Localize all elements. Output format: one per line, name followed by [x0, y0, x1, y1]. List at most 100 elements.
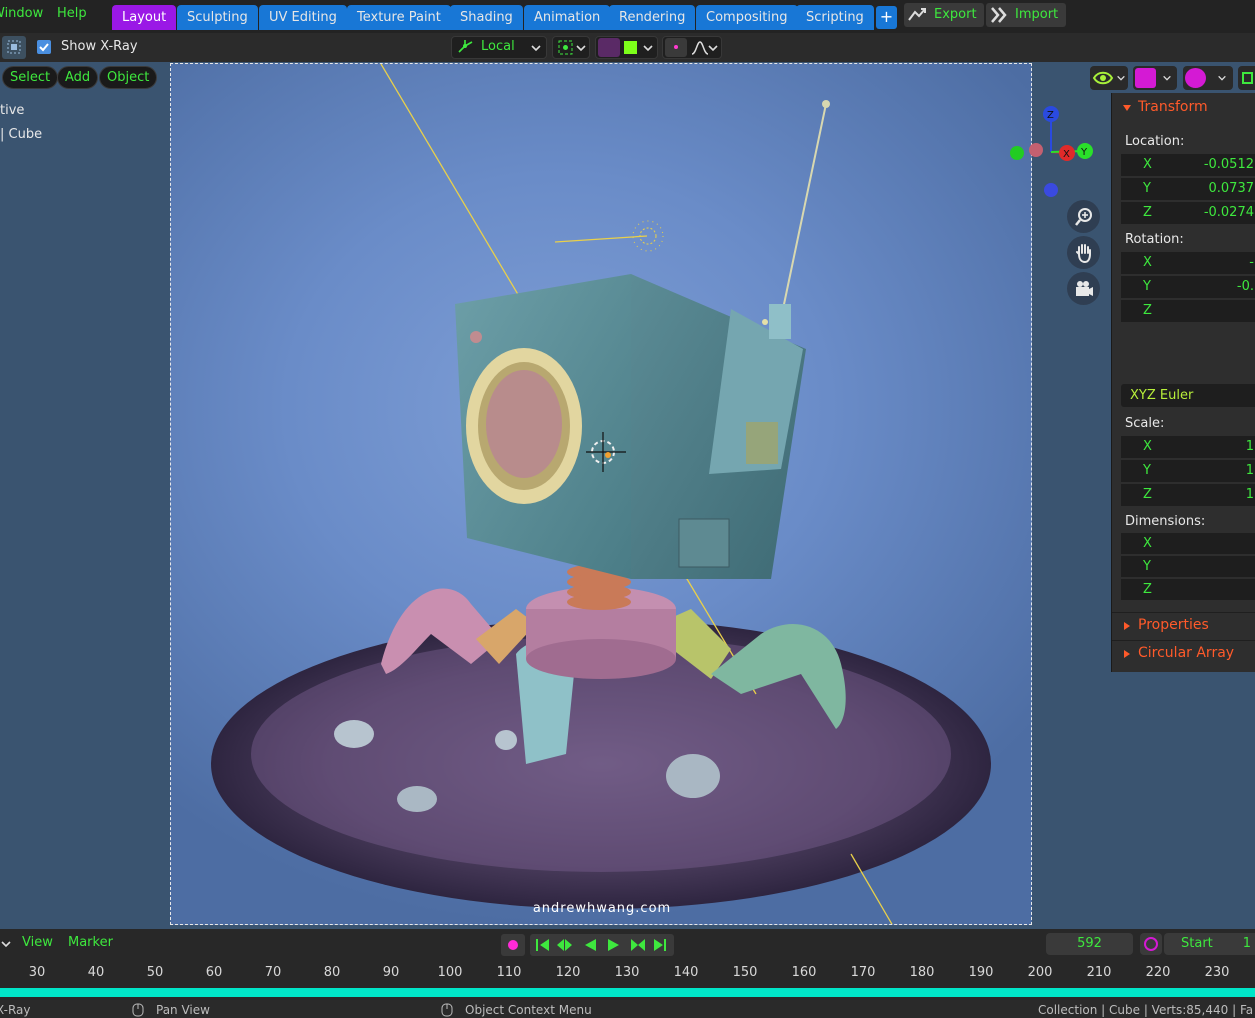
scale-z-field[interactable]: Z1 [1121, 484, 1255, 507]
tab-sculpting[interactable]: Sculpting [177, 5, 258, 30]
ruler-frame-number: 160 [791, 965, 817, 980]
tab-uv-editing[interactable]: UV Editing [259, 5, 347, 30]
xray-toggle[interactable] [1238, 66, 1255, 90]
orientation-value: Local [481, 39, 515, 54]
scale-y-field[interactable]: Y1 [1121, 460, 1255, 483]
tab-texture-paint[interactable]: Texture Paint [347, 5, 451, 30]
ruler-frame-number: 190 [968, 965, 994, 980]
ruler-frame-number: 140 [673, 965, 699, 980]
snapping-dropdown[interactable] [595, 36, 658, 59]
location-label: Location: [1125, 134, 1185, 149]
dimensions-label: Dimensions: [1125, 514, 1206, 529]
dimensions-y-field[interactable]: Y [1121, 556, 1255, 578]
circular-array-title: Circular Array [1138, 645, 1235, 661]
camera-view-button[interactable] [1067, 272, 1100, 305]
xray-icon [1242, 72, 1253, 84]
export-label: Export [934, 7, 977, 22]
ruler-frame-number: 220 [1145, 965, 1171, 980]
export-button[interactable]: Export [904, 3, 984, 27]
ruler-frame-number: 120 [555, 965, 581, 980]
location-z-field[interactable]: Z -0.0274 [1121, 202, 1255, 225]
ruler-frame-number: 50 [146, 965, 164, 980]
scale-x-field[interactable]: X1 [1121, 436, 1255, 459]
frame-ruler[interactable]: 30 40 50 60 70 80 90 100 110 120 130 140 150 160 170 18… [0, 929, 1255, 989]
ruler-frame-number: 200 [1027, 965, 1053, 980]
transform-panel-header[interactable]: Transform [1138, 99, 1208, 115]
chevron-down-icon [1218, 75, 1226, 81]
add-workspace-button[interactable]: + [876, 6, 897, 29]
3d-viewport[interactable]: andrewhwang.com Select Add Object tive |… [0, 62, 1255, 929]
xray-label: Show X-Ray [61, 39, 138, 54]
rotation-y-field[interactable]: Y -0. [1121, 276, 1255, 299]
rotation-label: Rotation: [1125, 232, 1184, 247]
properties-panel-header[interactable]: Properties [1112, 612, 1255, 638]
status-bar: X-Ray Pan View Object Context Menu Colle… [0, 1000, 1255, 1018]
robot-render-image [211, 64, 991, 924]
location-y-field[interactable]: Y 0.0737 [1121, 178, 1255, 201]
select-mode-button[interactable] [2, 36, 26, 59]
status-context-menu: Object Context Menu [465, 1003, 592, 1017]
tab-compositing[interactable]: Compositing [696, 5, 798, 30]
timeline-range-bar[interactable] [0, 988, 1255, 997]
x-axis-label: X [1063, 149, 1070, 160]
axis-navigation-gizmo[interactable]: Z X Y [1005, 100, 1105, 210]
dimensions-x-field[interactable]: X [1121, 533, 1255, 555]
tab-rendering[interactable]: Rendering [609, 5, 696, 30]
mouse-icon [441, 1003, 453, 1017]
chevron-down-icon [531, 45, 541, 52]
ruler-frame-number: 70 [264, 965, 282, 980]
import-button[interactable]: Import [986, 3, 1066, 27]
rotation-mode-dropdown[interactable]: XYZ Euler [1121, 384, 1255, 407]
rotation-z-field[interactable]: Z [1121, 300, 1255, 323]
magnet-icon [598, 38, 620, 57]
sidebar-subpanels: Properties Circular Array [1111, 606, 1255, 672]
tab-layout[interactable]: Layout [112, 5, 177, 30]
rotation-x-field[interactable]: X- [1121, 252, 1255, 275]
menu-window[interactable]: Window [0, 6, 43, 21]
object-menu[interactable]: Object [99, 66, 158, 89]
chevron-down-icon [643, 45, 653, 52]
ruler-frame-number: 90 [382, 965, 400, 980]
location-x-field[interactable]: X -0.0512 [1121, 154, 1255, 177]
status-scene-stats: Collection | Cube | Verts:85,440 | Fa [1038, 1003, 1254, 1017]
ruler-frame-number: 110 [496, 965, 522, 980]
tab-scripting[interactable]: Scripting [796, 5, 874, 30]
select-menu[interactable]: Select [2, 66, 59, 89]
scale-label: Scale: [1125, 416, 1165, 431]
sidebar-panel: Transform Location: X -0.0512 Y 0.0737 Z -0… [1111, 93, 1255, 606]
chevron-down-icon [1163, 75, 1171, 81]
visibility-dropdown[interactable] [1090, 66, 1128, 90]
ruler-frame-number: 100 [437, 965, 463, 980]
camera-icon [1075, 281, 1093, 296]
status-left: X-Ray [0, 1003, 31, 1017]
viewport-header: Show X-Ray Local [0, 33, 1255, 62]
snap-increment-icon [624, 41, 637, 54]
ruler-frame-number: 230 [1204, 965, 1230, 980]
menu-help[interactable]: Help [57, 6, 87, 21]
tab-shading[interactable]: Shading [450, 5, 523, 30]
top-bar: Window Help Layout Sculpting UV Editing … [0, 0, 1255, 33]
ruler-frame-number: 130 [614, 965, 640, 980]
xray-checkbox[interactable] [37, 40, 51, 54]
ruler-frame-number: 40 [87, 965, 105, 980]
pivot-point-dropdown[interactable] [552, 36, 590, 59]
tab-animation[interactable]: Animation [524, 5, 611, 30]
orientation-icon [458, 40, 473, 53]
pan-button[interactable] [1067, 236, 1100, 269]
ruler-frame-number: 150 [732, 965, 758, 980]
proportional-edit-dropdown[interactable] [662, 36, 722, 59]
gizmo-dropdown[interactable] [1133, 66, 1177, 90]
proportional-icon [665, 38, 687, 57]
chevron-down-icon [576, 45, 586, 52]
triangle-down-icon [1123, 105, 1131, 111]
add-menu[interactable]: Add [57, 66, 99, 89]
transform-orientation-dropdown[interactable]: Local [451, 36, 547, 59]
zoom-button[interactable] [1067, 200, 1100, 233]
check-icon [39, 43, 49, 52]
dimensions-z-field[interactable]: Z [1121, 579, 1255, 601]
y-axis-label: Y [1080, 147, 1088, 158]
overlays-dropdown[interactable] [1183, 66, 1233, 90]
properties-title: Properties [1138, 617, 1209, 633]
circular-array-panel-header[interactable]: Circular Array [1112, 640, 1255, 666]
zoom-icon [1074, 208, 1092, 226]
